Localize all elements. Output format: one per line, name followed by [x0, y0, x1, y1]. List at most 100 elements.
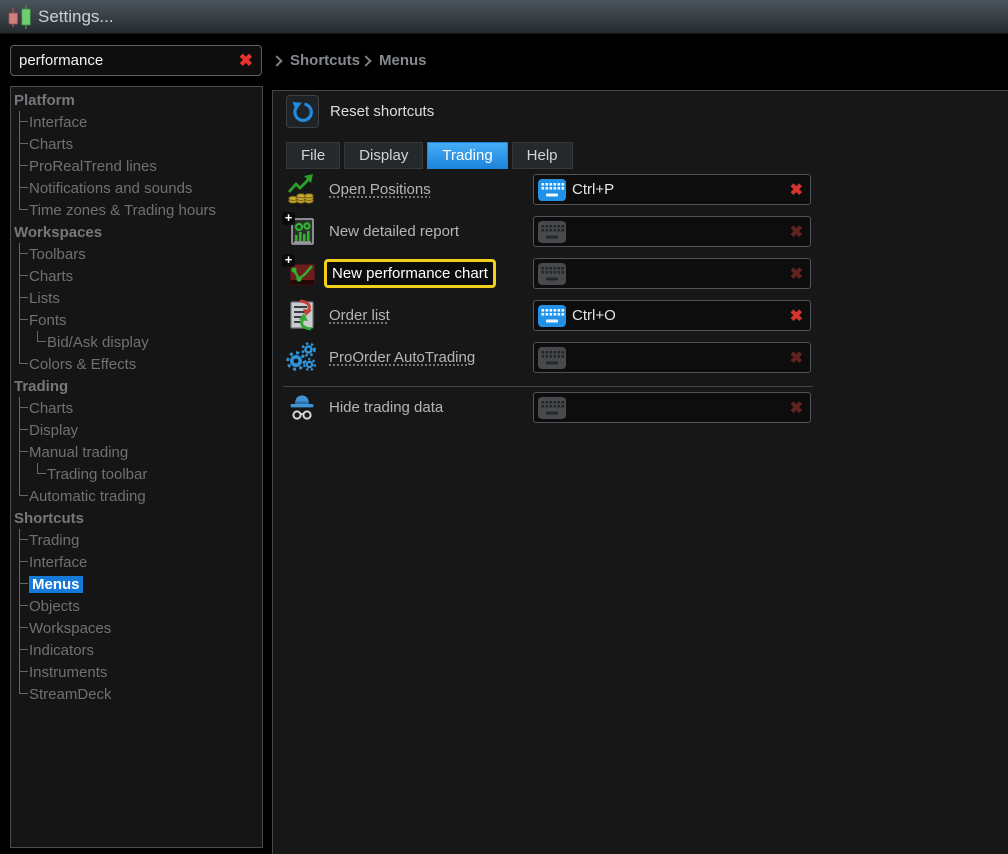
tab-trading[interactable]: Trading [427, 142, 508, 169]
shortcut-row: Open Positions Ctrl+P ✖ [286, 173, 996, 207]
tree-connector [11, 353, 29, 375]
tree-item-bid-ask-display[interactable]: Bid/Ask display [11, 331, 262, 353]
tree-connector [11, 177, 29, 199]
tree-section-platform[interactable]: Platform [11, 89, 262, 111]
tree-section-trading[interactable]: Trading [11, 375, 262, 397]
shortcut-field[interactable]: ✖ [533, 342, 811, 373]
keyboard-icon [538, 396, 566, 419]
proorder-autotrading-icon [286, 341, 320, 375]
shortcut-row: New performance chart ✖ [282, 253, 996, 291]
tree-item-streamdeck[interactable]: StreamDeck [11, 683, 262, 705]
tree-item-lists[interactable]: Lists [11, 287, 262, 309]
keyboard-icon [538, 304, 566, 327]
tree-section-workspaces[interactable]: Workspaces [11, 221, 262, 243]
candlestick-app-icon [8, 4, 31, 29]
shortcut-field[interactable]: Ctrl+P ✖ [533, 174, 811, 205]
tree-item-charts-2[interactable]: Charts [11, 265, 262, 287]
tree-connector [11, 331, 29, 353]
tree-connector [11, 573, 29, 595]
keyboard-icon [538, 262, 566, 285]
shortcut-row: Order list Ctrl+O ✖ [286, 299, 996, 331]
shortcut-row: ProOrder AutoTrading ✖ [286, 341, 996, 375]
tree-item-toolbars[interactable]: Toolbars [11, 243, 262, 265]
tree-item-shortcuts-interface[interactable]: Interface [11, 551, 262, 573]
remove-shortcut-icon[interactable]: ✖ [790, 306, 803, 326]
shortcut-action-link[interactable]: Open Positions [329, 181, 431, 198]
tree-item-interface[interactable]: Interface [11, 111, 262, 133]
tree-item-automatic-trading[interactable]: Automatic trading [11, 485, 262, 507]
tree-item-time-zones[interactable]: Time zones & Trading hours [11, 199, 262, 221]
tree-item-indicators[interactable]: Indicators [11, 639, 262, 661]
settings-search: ✖ [10, 45, 262, 76]
tree-item-manual-trading[interactable]: Manual trading [11, 441, 262, 463]
plus-badge-icon [282, 211, 295, 225]
shortcut-field[interactable]: ✖ [533, 258, 811, 289]
search-input[interactable] [11, 46, 231, 75]
tree-connector [11, 617, 29, 639]
tree-connector [11, 397, 29, 419]
window-title: Settings... [38, 6, 114, 26]
tree-connector [11, 287, 29, 309]
tree-connector [11, 309, 29, 331]
hide-trading-data-icon [286, 391, 320, 425]
tree-item-menus-selected[interactable]: Menus [11, 573, 262, 595]
breadcrumb-item-shortcuts[interactable]: Shortcuts [290, 52, 360, 69]
tree-item-objects[interactable]: Objects [11, 595, 262, 617]
shortcut-row: Hide trading data ✖ [286, 392, 996, 423]
reset-shortcuts-label: Reset shortcuts [330, 103, 435, 120]
shortcut-value: Ctrl+O [572, 307, 616, 324]
remove-shortcut-icon[interactable]: ✖ [790, 180, 803, 200]
shortcut-value: Ctrl+P [572, 181, 615, 198]
shortcut-field[interactable]: ✖ [533, 392, 811, 423]
tree-connector [11, 265, 29, 287]
shortcut-field[interactable]: Ctrl+O ✖ [533, 300, 811, 331]
reset-shortcuts-row: Reset shortcuts [286, 95, 434, 128]
shortcut-action-label[interactable]: Hide trading data [329, 399, 443, 416]
tree-item-shortcuts-workspaces[interactable]: Workspaces [11, 617, 262, 639]
tree-section-shortcuts[interactable]: Shortcuts [11, 507, 262, 529]
reset-shortcuts-button[interactable] [286, 95, 319, 128]
breadcrumb-item-menus[interactable]: Menus [379, 52, 427, 69]
tree-item-shortcuts-trading[interactable]: Trading [11, 529, 262, 551]
shortcut-action-link[interactable]: ProOrder AutoTrading [329, 349, 475, 366]
tree-item-charts[interactable]: Charts [11, 133, 262, 155]
remove-shortcut-icon[interactable]: ✖ [790, 264, 803, 284]
tree-connector [29, 331, 47, 353]
new-performance-chart-icon [282, 253, 320, 291]
tree-item-trading-charts[interactable]: Charts [11, 397, 262, 419]
shortcut-action-link[interactable]: Order list [329, 307, 390, 324]
tree-item-fonts[interactable]: Fonts [11, 309, 262, 331]
remove-shortcut-icon[interactable]: ✖ [790, 348, 803, 368]
clear-search-icon[interactable]: ✖ [231, 51, 261, 71]
tab-file[interactable]: File [286, 142, 341, 169]
tab-display[interactable]: Display [344, 142, 424, 169]
tree-connector [11, 639, 29, 661]
keyboard-icon [538, 178, 566, 201]
tree-item-trading-toolbar[interactable]: Trading toolbar [11, 463, 262, 485]
tab-help[interactable]: Help [511, 142, 573, 169]
tree-item-trading-display[interactable]: Display [11, 419, 262, 441]
tree-connector [11, 111, 29, 133]
tree-item-instruments[interactable]: Instruments [11, 661, 262, 683]
tree-connector [11, 551, 29, 573]
tree-connector [11, 683, 29, 705]
open-positions-icon [286, 173, 320, 207]
breadcrumb: Shortcuts Menus [271, 45, 427, 76]
tree-connector [11, 529, 29, 551]
shortcut-action-label[interactable]: New detailed report [329, 223, 459, 240]
tree-item-prorealtrend-lines[interactable]: ProRealTrend lines [11, 155, 262, 177]
keyboard-icon [538, 346, 566, 369]
tree-connector [11, 595, 29, 617]
tree-item-notifications-and-sounds[interactable]: Notifications and sounds [11, 177, 262, 199]
remove-shortcut-icon[interactable]: ✖ [790, 398, 803, 418]
shortcut-field[interactable]: ✖ [533, 216, 811, 247]
tree-connector [11, 133, 29, 155]
tree-connector [29, 463, 47, 485]
tree-item-colors-effects[interactable]: Colors & Effects [11, 353, 262, 375]
keyboard-icon [538, 220, 566, 243]
title-bar: Settings... [0, 0, 1008, 34]
tree-connector [11, 419, 29, 441]
remove-shortcut-icon[interactable]: ✖ [790, 222, 803, 242]
tree-connector [11, 441, 29, 463]
shortcut-action-label-highlighted[interactable]: New performance chart [324, 259, 496, 288]
